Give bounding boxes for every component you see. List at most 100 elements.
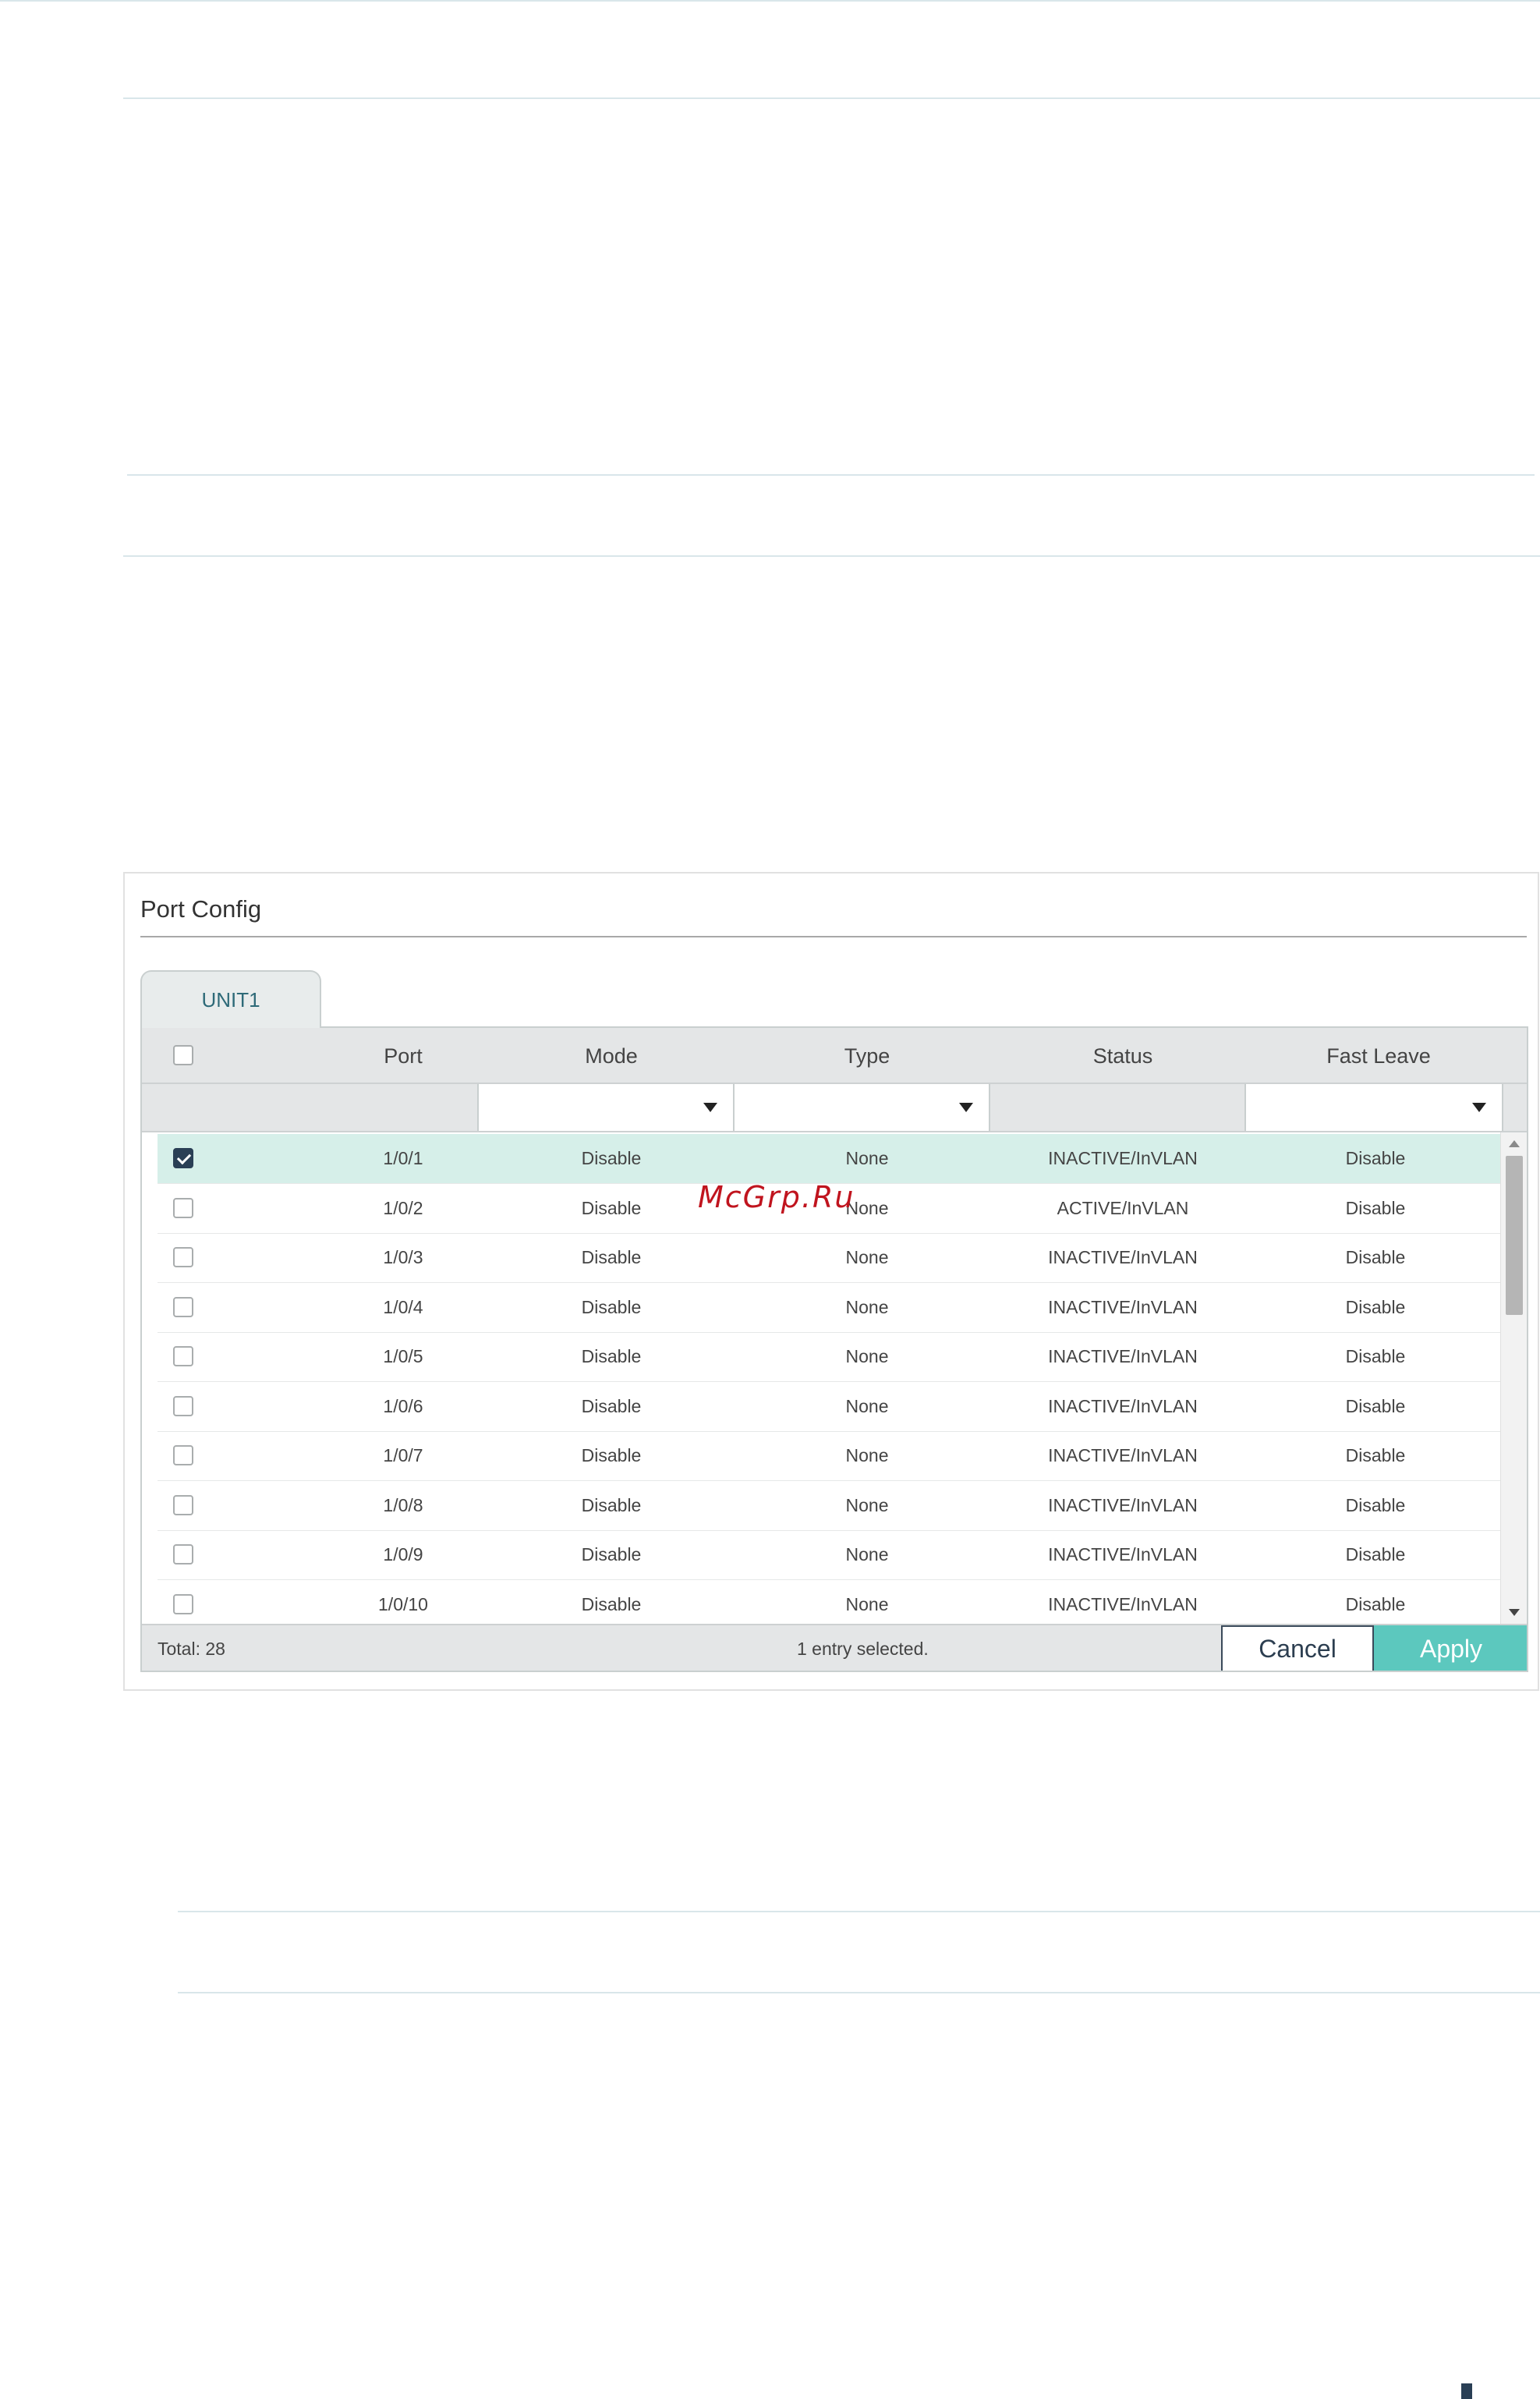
- status-cell: INACTIVE/InVLAN: [1048, 1346, 1198, 1366]
- port-cell: 1/0/1: [383, 1148, 423, 1168]
- mode-filter-select[interactable]: [477, 1084, 735, 1131]
- column-header-fast-leave[interactable]: Fast Leave: [1251, 1028, 1506, 1084]
- mode-cell: Disable: [581, 1594, 642, 1614]
- type-cell: None: [845, 1148, 889, 1168]
- page-top-rule: [0, 0, 1540, 2]
- type-cell: None: [845, 1445, 889, 1465]
- section-rule-2: [127, 474, 1535, 476]
- mode-cell: Disable: [581, 1544, 642, 1564]
- row-checkbox[interactable]: [173, 1396, 193, 1416]
- mode-cell: Disable: [581, 1148, 642, 1168]
- row-checkbox[interactable]: [173, 1544, 193, 1564]
- watermark-text: McGrp.Ru: [698, 1180, 855, 1214]
- type-cell: None: [845, 1495, 889, 1515]
- table-row[interactable]: 1/0/4 Disable None INACTIVE/InVLAN Disab…: [158, 1283, 1500, 1333]
- status-cell: INACTIVE/InVLAN: [1048, 1544, 1198, 1564]
- table-row[interactable]: 1/0/5 Disable None INACTIVE/InVLAN Disab…: [158, 1332, 1500, 1382]
- filter-row: [142, 1084, 1527, 1132]
- page-corner-mark: [1461, 2383, 1472, 2399]
- chevron-down-icon: [703, 1103, 717, 1112]
- section-rule-1: [123, 97, 1540, 99]
- selection-status: 1 entry selected.: [797, 1638, 929, 1659]
- status-cell: INACTIVE/InVLAN: [1048, 1396, 1198, 1416]
- fast-leave-cell: Disable: [1345, 1148, 1406, 1168]
- port-cell: 1/0/5: [383, 1346, 423, 1366]
- port-cell: 1/0/10: [378, 1594, 428, 1614]
- port-cell: 1/0/7: [383, 1445, 423, 1465]
- status-cell: INACTIVE/InVLAN: [1048, 1247, 1198, 1267]
- section-rule-5: [178, 1992, 1540, 1993]
- column-header-port[interactable]: Port: [290, 1028, 516, 1084]
- row-checkbox[interactable]: [173, 1297, 193, 1317]
- mode-cell: Disable: [581, 1495, 642, 1515]
- table-row[interactable]: 1/0/3 Disable None INACTIVE/InVLAN Disab…: [158, 1233, 1500, 1283]
- total-count: Total: 28: [158, 1638, 225, 1659]
- row-checkbox[interactable]: [173, 1495, 193, 1515]
- type-cell: None: [845, 1247, 889, 1267]
- status-cell: INACTIVE/InVLAN: [1048, 1297, 1198, 1317]
- port-cell: 1/0/3: [383, 1247, 423, 1267]
- type-cell: None: [845, 1297, 889, 1317]
- table-row[interactable]: 1/0/6 Disable None INACTIVE/InVLAN Disab…: [158, 1382, 1500, 1432]
- fast-leave-cell: Disable: [1345, 1198, 1406, 1218]
- mode-cell: Disable: [581, 1346, 642, 1366]
- status-cell: INACTIVE/InVLAN: [1048, 1594, 1198, 1614]
- port-config-table: Port Mode Type Status Fast Leave 1/0/1 D…: [140, 1026, 1528, 1672]
- fast-leave-filter-select[interactable]: [1244, 1084, 1503, 1131]
- type-cell: None: [845, 1346, 889, 1366]
- type-cell: None: [845, 1544, 889, 1564]
- scroll-down-icon[interactable]: [1509, 1609, 1520, 1616]
- table-row[interactable]: 1/0/7 Disable None INACTIVE/InVLAN Disab…: [158, 1431, 1500, 1481]
- row-checkbox[interactable]: [173, 1247, 193, 1267]
- section-rule-4: [178, 1911, 1540, 1912]
- status-cell: ACTIVE/InVLAN: [1057, 1198, 1189, 1218]
- fast-leave-cell: Disable: [1345, 1396, 1406, 1416]
- row-checkbox[interactable]: [173, 1198, 193, 1218]
- type-cell: None: [845, 1594, 889, 1614]
- row-checkbox[interactable]: [173, 1445, 193, 1465]
- status-cell: INACTIVE/InVLAN: [1048, 1148, 1198, 1168]
- port-cell: 1/0/9: [383, 1544, 423, 1564]
- table-row[interactable]: 1/0/10 Disable None INACTIVE/InVLAN Disa…: [158, 1580, 1500, 1630]
- fast-leave-cell: Disable: [1345, 1247, 1406, 1267]
- select-all-checkbox[interactable]: [173, 1045, 193, 1065]
- column-header-type[interactable]: Type: [739, 1028, 995, 1084]
- type-cell: None: [845, 1396, 889, 1416]
- port-cell: 1/0/8: [383, 1495, 423, 1515]
- column-header-status[interactable]: Status: [995, 1028, 1251, 1084]
- table-row[interactable]: 1/0/1 Disable None INACTIVE/InVLAN Disab…: [158, 1134, 1500, 1184]
- fast-leave-cell: Disable: [1345, 1495, 1406, 1515]
- table-row[interactable]: 1/0/9 Disable None INACTIVE/InVLAN Disab…: [158, 1530, 1500, 1580]
- table-scrollbar[interactable]: [1500, 1132, 1527, 1624]
- status-cell: INACTIVE/InVLAN: [1048, 1445, 1198, 1465]
- cancel-button[interactable]: Cancel: [1221, 1625, 1374, 1671]
- tab-unit1[interactable]: UNIT1: [140, 970, 321, 1028]
- row-checkbox[interactable]: [173, 1346, 193, 1366]
- port-config-panel: Port Config UNIT1 Port Mode Type Status …: [123, 872, 1539, 1691]
- mode-cell: Disable: [581, 1297, 642, 1317]
- table-footer: Total: 28 1 entry selected. Cancel Apply: [142, 1624, 1527, 1671]
- chevron-down-icon: [1472, 1103, 1486, 1112]
- fast-leave-cell: Disable: [1345, 1544, 1406, 1564]
- column-header-mode[interactable]: Mode: [483, 1028, 739, 1084]
- fast-leave-cell: Disable: [1345, 1297, 1406, 1317]
- port-cell: 1/0/6: [383, 1396, 423, 1416]
- type-filter-select[interactable]: [733, 1084, 990, 1131]
- row-checkbox[interactable]: [173, 1594, 193, 1614]
- port-cell: 1/0/4: [383, 1297, 423, 1317]
- mode-cell: Disable: [581, 1247, 642, 1267]
- scroll-up-icon[interactable]: [1509, 1140, 1520, 1147]
- row-checkbox[interactable]: [173, 1148, 193, 1168]
- scrollbar-thumb[interactable]: [1506, 1156, 1523, 1315]
- mode-cell: Disable: [581, 1396, 642, 1416]
- mode-cell: Disable: [581, 1445, 642, 1465]
- chevron-down-icon: [959, 1103, 973, 1112]
- fast-leave-cell: Disable: [1345, 1445, 1406, 1465]
- apply-button[interactable]: Apply: [1374, 1625, 1527, 1671]
- status-cell: INACTIVE/InVLAN: [1048, 1495, 1198, 1515]
- table-row[interactable]: 1/0/8 Disable None INACTIVE/InVLAN Disab…: [158, 1481, 1500, 1531]
- table-header: Port Mode Type Status Fast Leave: [142, 1028, 1527, 1084]
- fast-leave-cell: Disable: [1345, 1594, 1406, 1614]
- panel-title-divider: [140, 936, 1527, 937]
- panel-title: Port Config: [140, 895, 262, 923]
